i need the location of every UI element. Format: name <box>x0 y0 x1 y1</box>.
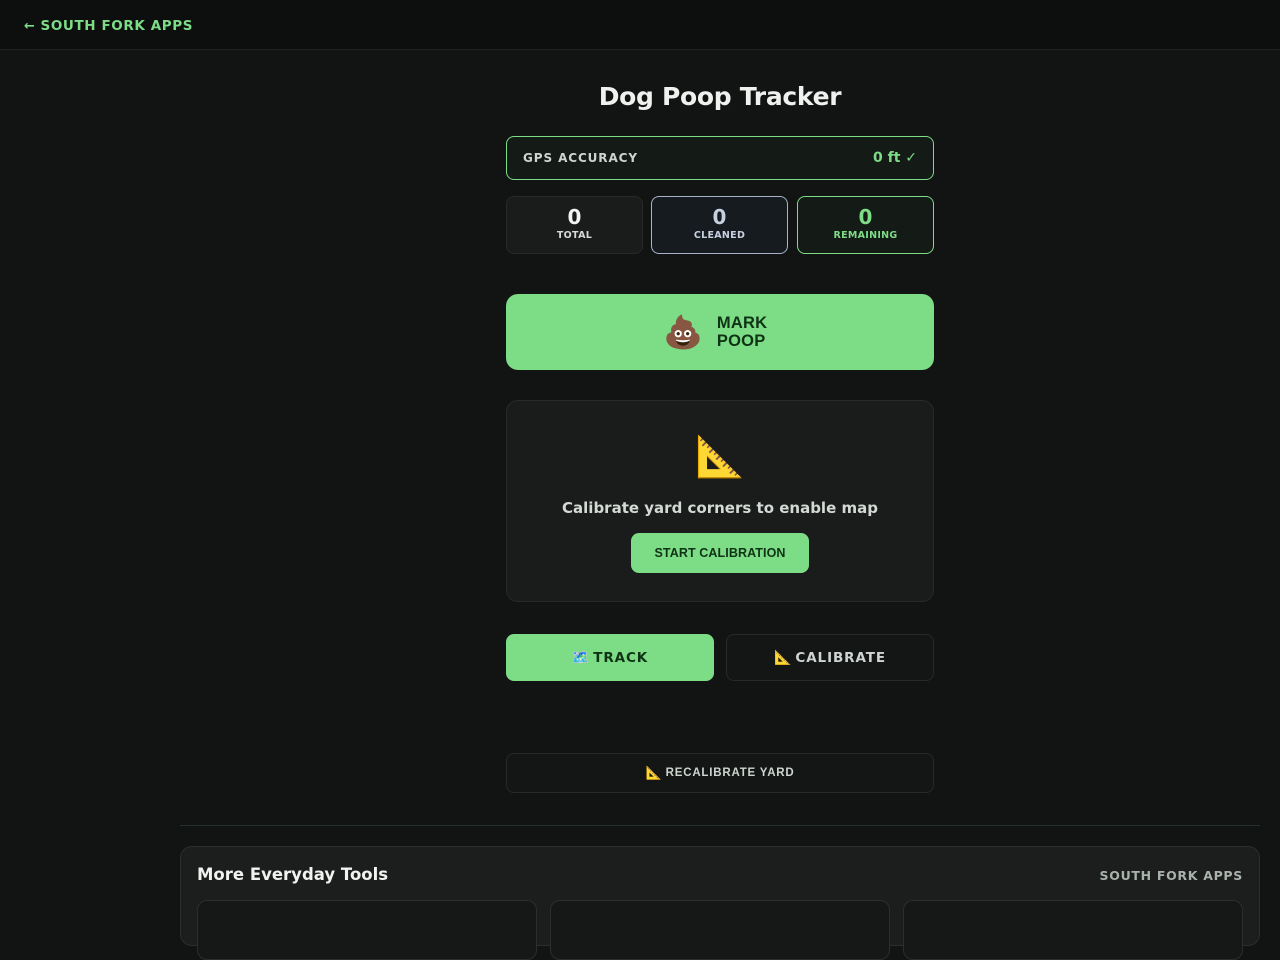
tool-card[interactable] <box>197 900 537 960</box>
mark-poop-label-line2: POOP <box>716 332 766 350</box>
section-divider <box>180 825 1260 826</box>
mark-poop-button[interactable]: 💩 MARK POOP <box>506 294 934 370</box>
mark-poop-label: MARK POOP <box>717 314 777 350</box>
tab-track-label: TRACK <box>593 649 649 666</box>
back-to-south-fork-apps-link[interactable]: ← SOUTH FORK APPS <box>24 18 193 34</box>
back-arrow-icon: ← <box>24 18 36 34</box>
stat-remaining: 0 REMAINING <box>797 196 934 254</box>
tool-card[interactable] <box>550 900 890 960</box>
start-calibration-button[interactable]: START CALIBRATION <box>631 533 809 573</box>
stat-cleaned-label: CLEANED <box>693 230 746 241</box>
recalibrate-yard-label: RECALIBRATE YARD <box>665 767 795 779</box>
stat-remaining-value: 0 <box>858 205 873 229</box>
triangle-ruler-icon: 📐 <box>773 649 792 666</box>
stat-total: 0 TOTAL <box>506 196 643 254</box>
gps-accuracy-panel: GPS ACCURACY 0 ft ✓ <box>506 136 934 180</box>
gps-accuracy-value: 0 ft ✓ <box>872 150 917 166</box>
stat-cleaned-value: 0 <box>712 205 727 229</box>
triangle-ruler-icon: 📐 <box>645 765 662 780</box>
calibration-prompt-card: 📐 Calibrate yard corners to enable map S… <box>506 400 934 602</box>
stat-remaining-label: REMAINING <box>833 230 898 241</box>
top-bar: ← SOUTH FORK APPS <box>0 0 1280 50</box>
more-tools-title: More Everyday Tools <box>197 865 389 884</box>
calibration-message: Calibrate yard corners to enable map <box>562 499 878 517</box>
back-link-label: SOUTH FORK APPS <box>40 18 194 34</box>
tab-calibrate-label: CALIBRATE <box>795 649 887 666</box>
tab-track[interactable]: 🗺️ TRACK <box>506 634 714 681</box>
south-fork-apps-brand-link[interactable]: SOUTH FORK APPS <box>1100 868 1243 883</box>
poop-icon: 💩 <box>663 314 703 350</box>
mark-poop-label-line1: MARK <box>716 314 768 332</box>
more-tools-section: More Everyday Tools SOUTH FORK APPS <box>180 846 1260 960</box>
stat-total-value: 0 <box>567 205 582 229</box>
page-title: Dog Poop Tracker <box>598 82 842 111</box>
tool-card[interactable] <box>903 900 1243 960</box>
gps-accuracy-label: GPS ACCURACY <box>523 151 638 165</box>
stat-total-label: TOTAL <box>556 230 593 241</box>
triangle-ruler-icon: 📐 <box>695 434 745 480</box>
tab-calibrate[interactable]: 📐 CALIBRATE <box>726 634 934 681</box>
stat-cleaned: 0 CLEANED <box>651 196 788 254</box>
recalibrate-yard-button[interactable]: 📐 RECALIBRATE YARD <box>506 753 934 793</box>
map-icon: 🗺️ <box>571 649 590 666</box>
